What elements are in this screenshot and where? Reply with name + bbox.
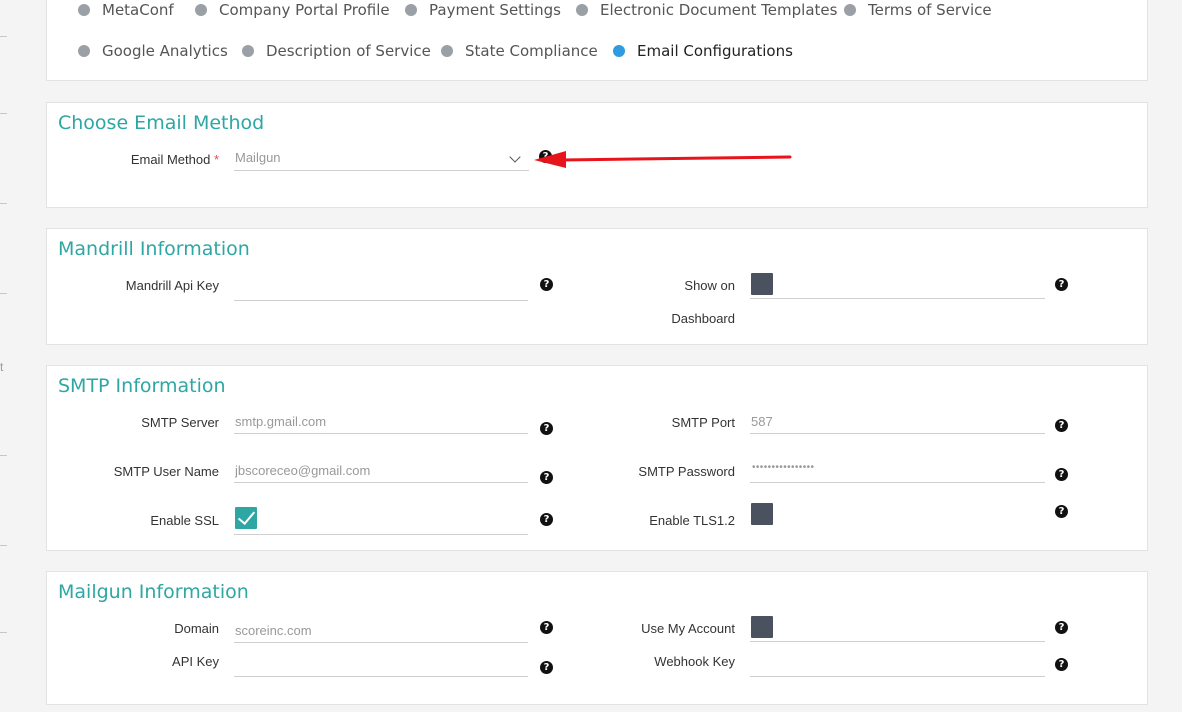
settings-nav-card: MetaConf Company Portal Profile Payment … — [46, 0, 1148, 81]
nav-item-electronic-document-templates[interactable]: Electronic Document Templates — [576, 1, 837, 19]
status-dot-icon — [78, 45, 90, 57]
nav-item-label: Electronic Document Templates — [600, 1, 838, 19]
webhook-key-input[interactable] — [750, 653, 1047, 675]
status-dot-icon — [405, 4, 417, 16]
status-dot-icon — [576, 4, 588, 16]
chevron-down-icon — [509, 151, 521, 163]
left-fragment-text: t — [0, 360, 4, 374]
status-dot-icon — [844, 4, 856, 16]
show-on-dashboard-field — [750, 273, 1045, 299]
help-icon[interactable]: ? — [540, 471, 553, 484]
enable-tls-label: Enable TLS1.2 — [649, 513, 735, 528]
mailgun-card: Mailgun Information Domain ? Use My Acco… — [46, 571, 1148, 705]
help-icon[interactable]: ? — [540, 513, 553, 526]
left-edge — [0, 0, 10, 712]
divider — [0, 545, 7, 546]
divider — [0, 632, 7, 633]
use-my-account-field — [750, 616, 1045, 642]
use-my-account-checkbox[interactable] — [751, 616, 773, 638]
show-on-dashboard-checkbox[interactable] — [751, 273, 773, 295]
email-method-card: Choose Email Method Email Method * Mailg… — [46, 102, 1148, 208]
smtp-server-input[interactable] — [234, 410, 530, 432]
domain-input[interactable] — [234, 619, 530, 641]
smtp-port-input[interactable] — [750, 410, 1047, 432]
nav-item-state-compliance[interactable]: State Compliance — [441, 42, 598, 60]
status-dot-icon — [78, 4, 90, 16]
email-method-select[interactable]: Mailgun — [234, 147, 529, 171]
section-title: SMTP Information — [58, 375, 226, 397]
smtp-user-name-label: SMTP User Name — [113, 464, 219, 479]
help-icon[interactable]: ? — [540, 278, 553, 291]
section-title: Choose Email Method — [58, 112, 265, 134]
email-method-label: Email Method * — [130, 152, 219, 167]
domain-field — [234, 619, 530, 643]
nav-item-label: Payment Settings — [429, 1, 561, 19]
api-key-input[interactable] — [234, 653, 530, 675]
nav-item-label: Terms of Service — [868, 1, 992, 19]
smtp-user-name-field — [234, 459, 530, 483]
smtp-port-field — [750, 410, 1047, 434]
nav-item-label: State Compliance — [465, 42, 598, 60]
help-icon[interactable]: ? — [1055, 419, 1068, 432]
enable-ssl-label: Enable SSL — [150, 513, 219, 528]
divider — [0, 293, 7, 294]
mandrill-api-key-label: Mandrill Api Key — [125, 278, 219, 293]
smtp-password-input[interactable]: •••••••••••••••• — [752, 462, 814, 473]
smtp-password-field: •••••••••••••••• — [750, 459, 1045, 483]
divider — [0, 113, 7, 114]
nav-item-metaconf[interactable]: MetaConf — [78, 1, 174, 19]
section-title: Mandrill Information — [58, 238, 250, 260]
smtp-user-name-input[interactable] — [234, 459, 530, 481]
status-dot-icon — [441, 45, 453, 57]
divider — [0, 36, 7, 37]
nav-item-payment-settings[interactable]: Payment Settings — [405, 1, 561, 19]
use-my-account-label: Use My Account — [641, 621, 735, 636]
divider — [0, 203, 7, 204]
help-icon[interactable]: ? — [539, 150, 552, 163]
smtp-port-label: SMTP Port — [671, 415, 735, 430]
nav-item-label: Google Analytics — [102, 42, 228, 60]
help-icon[interactable]: ? — [540, 422, 553, 435]
status-dot-icon — [613, 45, 625, 57]
status-dot-icon — [195, 4, 207, 16]
help-icon[interactable]: ? — [1055, 621, 1068, 634]
section-title: Mailgun Information — [58, 581, 249, 603]
status-dot-icon — [242, 45, 254, 57]
webhook-key-label: Webhook Key — [654, 654, 735, 669]
show-on-dashboard-label-line2: Dashboard — [671, 311, 735, 326]
help-icon[interactable]: ? — [540, 621, 553, 634]
enable-tls-checkbox[interactable] — [751, 503, 773, 525]
nav-item-label: Description of Service — [266, 42, 431, 60]
nav-item-terms-of-service[interactable]: Terms of Service — [844, 1, 992, 19]
help-icon[interactable]: ? — [540, 661, 553, 674]
nav-item-company-portal-profile[interactable]: Company Portal Profile — [195, 1, 390, 19]
email-method-value: Mailgun — [235, 150, 281, 165]
nav-item-description-of-service[interactable]: Description of Service — [242, 42, 431, 60]
smtp-server-label: SMTP Server — [141, 415, 219, 430]
nav-item-email-configurations[interactable]: Email Configurations — [613, 42, 793, 60]
enable-ssl-field — [234, 507, 528, 535]
help-icon[interactable]: ? — [1055, 278, 1068, 291]
smtp-server-field — [234, 410, 530, 434]
domain-label: Domain — [174, 621, 219, 636]
mandrill-card: Mandrill Information Mandrill Api Key ? … — [46, 228, 1148, 345]
enable-ssl-checkbox[interactable] — [235, 507, 257, 529]
mandrill-api-key-input[interactable] — [234, 277, 530, 299]
smtp-password-label: SMTP Password — [638, 464, 735, 479]
mandrill-api-key-field[interactable] — [234, 277, 530, 301]
show-on-dashboard-label-line1: Show on — [684, 278, 735, 293]
divider — [0, 455, 7, 456]
nav-item-google-analytics[interactable]: Google Analytics — [78, 42, 228, 60]
help-icon[interactable]: ? — [1055, 505, 1068, 518]
api-key-field — [234, 653, 530, 677]
nav-item-label: MetaConf — [102, 1, 174, 19]
webhook-key-field — [750, 653, 1047, 677]
api-key-label: API Key — [172, 654, 219, 669]
nav-item-label: Company Portal Profile — [219, 1, 390, 19]
help-icon[interactable]: ? — [1055, 658, 1068, 671]
smtp-card: SMTP Information SMTP Server ? SMTP Port… — [46, 365, 1148, 551]
nav-item-label: Email Configurations — [637, 42, 793, 60]
help-icon[interactable]: ? — [1055, 468, 1068, 481]
required-mark: * — [213, 152, 219, 167]
